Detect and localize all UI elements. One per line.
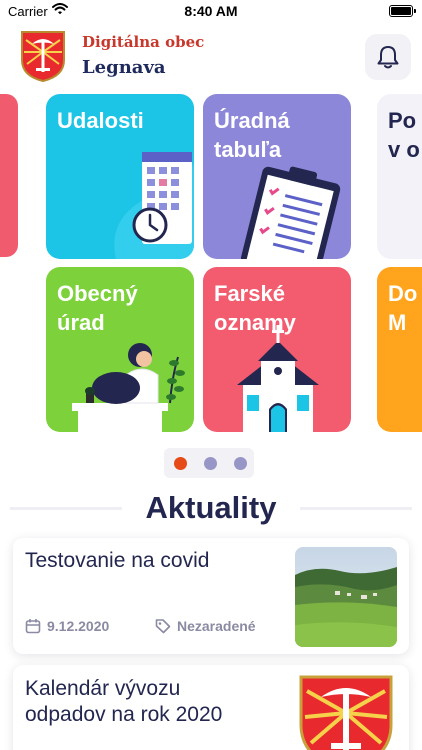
tile-title-events: Udalosti [57, 108, 144, 133]
pager-dot-active[interactable] [174, 457, 187, 470]
app-header: Digitálna obec Legnava [0, 24, 422, 88]
carousel-pager [164, 448, 254, 478]
tile-title-parish-notices: Farské oznamy [214, 281, 296, 335]
tile-parish-notices[interactable]: Farské oznamy [203, 267, 351, 432]
news-item-title: Testovanie na covid [25, 549, 210, 572]
tile-title-notice-board: Úradná tabuľa [214, 108, 290, 162]
app-title-line2: Legnava [82, 57, 166, 78]
tile-municipal-office[interactable]: Obecný úrad [46, 267, 194, 432]
tile-notice-board[interactable]: Úradná tabuľa [203, 94, 351, 259]
news-item-category-text: Nezaradené [177, 618, 256, 634]
news-item-date-text: 9.12.2020 [47, 618, 110, 634]
news-item[interactable]: Testovanie na covid 9.12.2020 Nezaradené [13, 538, 409, 654]
category-carousel[interactable]: Udalosti Úradná tabuľa Po v o Obecný úra… [0, 92, 422, 432]
news-item-thumbnail [295, 673, 397, 750]
coat-of-arms-logo [21, 31, 65, 82]
tile-partial-prev[interactable] [0, 94, 18, 257]
tile-title-partial-bottom: Do M [388, 281, 418, 335]
pager-dot[interactable] [234, 457, 247, 470]
tile-title-partial-top: Po v o [388, 108, 420, 162]
landscape-photo [295, 547, 397, 647]
calendar-icon [25, 619, 41, 634]
tag-icon [155, 619, 171, 634]
news-item-title: Kalendár vývozu odpadov na rok 2020 [25, 677, 223, 726]
clock: 8:40 AM [184, 3, 238, 19]
app-title-line1: Digitálna obec [82, 33, 205, 51]
tile-partial-next-bottom[interactable]: Do M [377, 267, 422, 432]
news-item-thumbnail [295, 547, 397, 647]
news-item[interactable]: Kalendár vývozu odpadov na rok 2020 [13, 665, 409, 750]
news-item-date: 9.12.2020 [25, 618, 109, 634]
tile-title-municipal-office: Obecný úrad [57, 281, 138, 335]
status-bar: Carrier 8:40 AM [0, 0, 422, 24]
bell-icon [377, 46, 399, 69]
news-section-title: Aktuality [145, 490, 277, 525]
news-item-category: Nezaradené [155, 618, 256, 634]
tile-partial-next-top[interactable]: Po v o [377, 94, 422, 259]
tile-events[interactable]: Udalosti [46, 94, 194, 259]
notifications-button[interactable] [365, 34, 411, 80]
news-section-header: Aktuality [10, 488, 412, 528]
coat-of-arms-thumbnail [295, 673, 397, 750]
battery-icon [389, 5, 416, 17]
pager-dot[interactable] [204, 457, 217, 470]
